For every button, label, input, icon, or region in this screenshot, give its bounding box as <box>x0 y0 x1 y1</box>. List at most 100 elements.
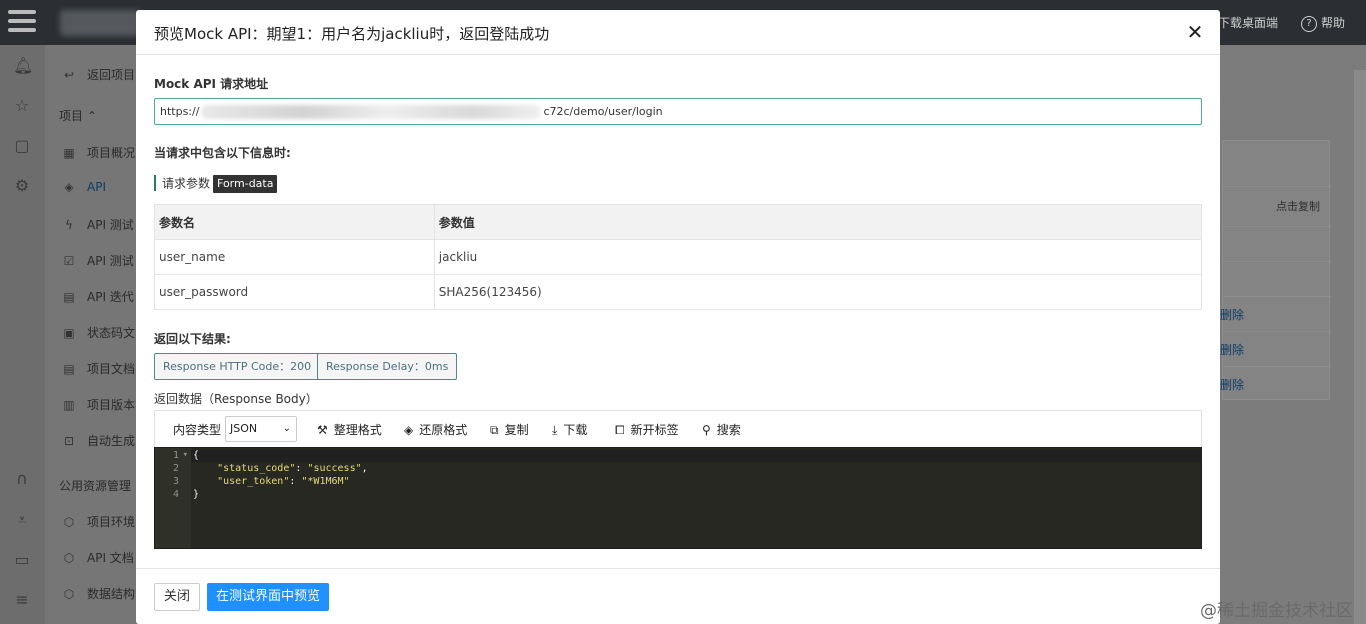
search-icon: ⚲ <box>702 423 711 437</box>
params-table: 参数名 参数值 user_name jackliu user_password … <box>154 204 1203 310</box>
back-arrow-icon: ↩ <box>63 68 75 82</box>
sidebar-back[interactable]: ↩ 返回项目 <box>61 66 135 83</box>
help-link[interactable]: ? 帮助 <box>1301 14 1345 32</box>
watermark: @稀土掘金技术社区 <box>1200 601 1353 621</box>
response-body-label: 返回数据（Response Body） <box>154 392 318 406</box>
app-iconbar: 🔔︎ ☆ ▢ ⚙ ∩ ⩡ ▭ ≡ <box>0 45 45 624</box>
sidebar-item-api[interactable]: ◈ API <box>61 180 106 194</box>
param-value-cell: jackliu <box>433 239 1203 275</box>
line-number: 2 <box>172 463 179 474</box>
code-line: } <box>193 489 200 500</box>
api-icon: ◈ <box>64 180 74 194</box>
return-result-label: 返回以下结果: <box>154 332 231 346</box>
bolt-icon: ϟ <box>65 218 73 232</box>
http-code-tag: Response HTTP Code：200 <box>154 353 321 380</box>
bg-side-panel <box>1222 140 1331 400</box>
keyboard-icon[interactable]: ▭ <box>13 551 31 569</box>
checklist-icon: ☑ <box>63 254 75 268</box>
download-desktop-link[interactable]: 下载桌面端 <box>1218 14 1278 31</box>
content-type-select[interactable]: JSON ⌄ <box>225 416 297 442</box>
calendar-icon: ▤ <box>63 290 75 304</box>
sidebar-item-env[interactable]: ⬡ 项目环境 <box>61 513 135 530</box>
headset-icon[interactable]: ∩ <box>13 470 31 488</box>
cube-icon: ⬡ <box>63 515 75 529</box>
sidebar-item-project-docs[interactable]: ▤ 项目文档 <box>61 360 135 377</box>
robot-icon: ⊡ <box>63 434 75 448</box>
sidebar-item-status-code[interactable]: ▣ 状态码文 <box>61 324 135 341</box>
sidebar-group-project[interactable]: 项目 ⌃ <box>59 107 97 124</box>
download-button[interactable]: ⤓ 下载 <box>552 421 587 438</box>
bg-delete-link[interactable]: 删除 <box>1220 376 1244 393</box>
sidebar-item-api-docs[interactable]: ⬡ API 文档 <box>61 549 134 566</box>
cube3-icon: ⬡ <box>63 587 75 601</box>
content-type-value: JSON <box>230 422 258 435</box>
version-icon: ▥ <box>63 398 75 412</box>
content-type-label: 内容类型 <box>173 423 222 437</box>
request-info-label: 当请求中包含以下信息时: <box>154 146 291 160</box>
bg-delete-link[interactable]: 删除 <box>1220 306 1244 323</box>
doc-icon: ▣ <box>63 326 75 340</box>
preview-in-test-button[interactable]: 在测试界面中预览 <box>207 583 329 611</box>
sidebar-item-overview[interactable]: ▦ 项目概况 <box>61 144 135 161</box>
download-icon[interactable]: ⩡ <box>13 511 31 529</box>
sidebar-item-api-test[interactable]: ϟ API 测试 <box>61 216 134 233</box>
cube2-icon: ⬡ <box>63 551 75 565</box>
request-params-title: 请求参数 Form-data <box>154 175 278 193</box>
sidebar-item-api-test-2[interactable]: ☑ API 测试 <box>61 252 134 269</box>
overview-icon: ▦ <box>63 146 75 160</box>
code-line: { <box>193 450 200 461</box>
table-row: user_name jackliu <box>154 239 1203 275</box>
sidebar-item-data-structure[interactable]: ⬡ 数据结构 <box>61 585 135 602</box>
cube-icon: ◈ <box>404 423 414 437</box>
star-icon[interactable]: ☆ <box>13 97 31 115</box>
line-number-gutter: 1 ▾ 2 3 4 <box>155 448 191 548</box>
download-icon: ⤓ <box>552 423 558 437</box>
code-line: "status_code": "success", <box>217 463 368 474</box>
new-tab-button[interactable]: ⧠ 新开标签 <box>615 421 679 438</box>
copy-icon: ⧉ <box>490 423 499 437</box>
help-icon: ? <box>1301 15 1317 32</box>
close-button[interactable]: 关闭 <box>154 583 200 611</box>
param-name-cell: user_name <box>154 239 435 275</box>
book-icon[interactable]: ▢ <box>13 137 31 155</box>
url-prefix: https:// <box>160 105 200 118</box>
bell-icon[interactable]: 🔔︎ <box>13 57 33 75</box>
sidebar-item-auto-generate[interactable]: ⊡ 自动生成 <box>61 432 135 449</box>
close-icon[interactable]: ✕ <box>1184 21 1206 43</box>
column-header-param-name: 参数名 <box>154 204 435 240</box>
app-sidebar: ↩ 返回项目 项目 ⌃ ▦ 项目概况 ◈ API ϟ API 测试 ☑ API 测试 ▤ A… <box>45 45 145 624</box>
gear-icon[interactable]: ⚙ <box>13 177 31 195</box>
mock-api-preview-modal: 预览Mock API：期望1：用户名为jackliu时，返回登陆成功 ✕ Moc… <box>136 10 1220 624</box>
sidebar-item-api-iteration[interactable]: ▤ API 迭代 <box>61 288 133 305</box>
response-code-editor[interactable]: 1 ▾ 2 3 4 { "status_code": "success", "u… <box>154 447 1202 549</box>
table-row: user_password SHA256(123456) <box>154 274 1203 310</box>
request-params-label: 请求参数 <box>162 176 211 191</box>
format-button[interactable]: ⚒ 整理格式 <box>317 421 382 438</box>
url-suffix: c72c/demo/user/login <box>543 105 663 118</box>
param-name-cell: user_password <box>154 274 435 310</box>
list-icon[interactable]: ≡ <box>13 591 31 609</box>
redacted-url-segment <box>201 105 542 119</box>
menu-icon[interactable] <box>8 10 36 34</box>
line-number: 1 <box>172 450 179 461</box>
bg-delete-link[interactable]: 删除 <box>1220 341 1244 358</box>
fold-arrow-icon[interactable]: ▾ <box>183 450 188 460</box>
external-link-icon: ⧠ <box>615 423 625 437</box>
line-number: 4 <box>172 489 179 500</box>
chevron-down-icon: ⌄ <box>282 423 291 434</box>
bg-copy-link[interactable]: 点击复制 <box>1276 198 1320 214</box>
column-header-param-value: 参数值 <box>433 204 1203 240</box>
page-scrollbar[interactable] <box>1354 70 1366 624</box>
search-button[interactable]: ⚲ 搜索 <box>702 421 741 438</box>
modal-title: 预览Mock API：期望1：用户名为jackliu时，返回登陆成功 <box>154 25 550 43</box>
doc2-icon: ▤ <box>63 362 75 376</box>
mock-url-input[interactable]: https:// c72c/demo/user/login <box>154 98 1202 125</box>
modal-footer: 关闭 在测试界面中预览 <box>136 568 1220 624</box>
table-header-row: 参数名 参数值 <box>154 204 1203 240</box>
copy-button[interactable]: ⧉ 复制 <box>490 421 529 438</box>
restore-format-button[interactable]: ◈ 还原格式 <box>404 421 467 438</box>
help-label: 帮助 <box>1321 16 1346 30</box>
sidebar-group-public[interactable]: 公用资源管理 ⌃ <box>59 477 145 494</box>
form-data-badge: Form-data <box>213 175 278 193</box>
sidebar-item-project-version[interactable]: ▥ 项目版本 <box>61 396 135 413</box>
